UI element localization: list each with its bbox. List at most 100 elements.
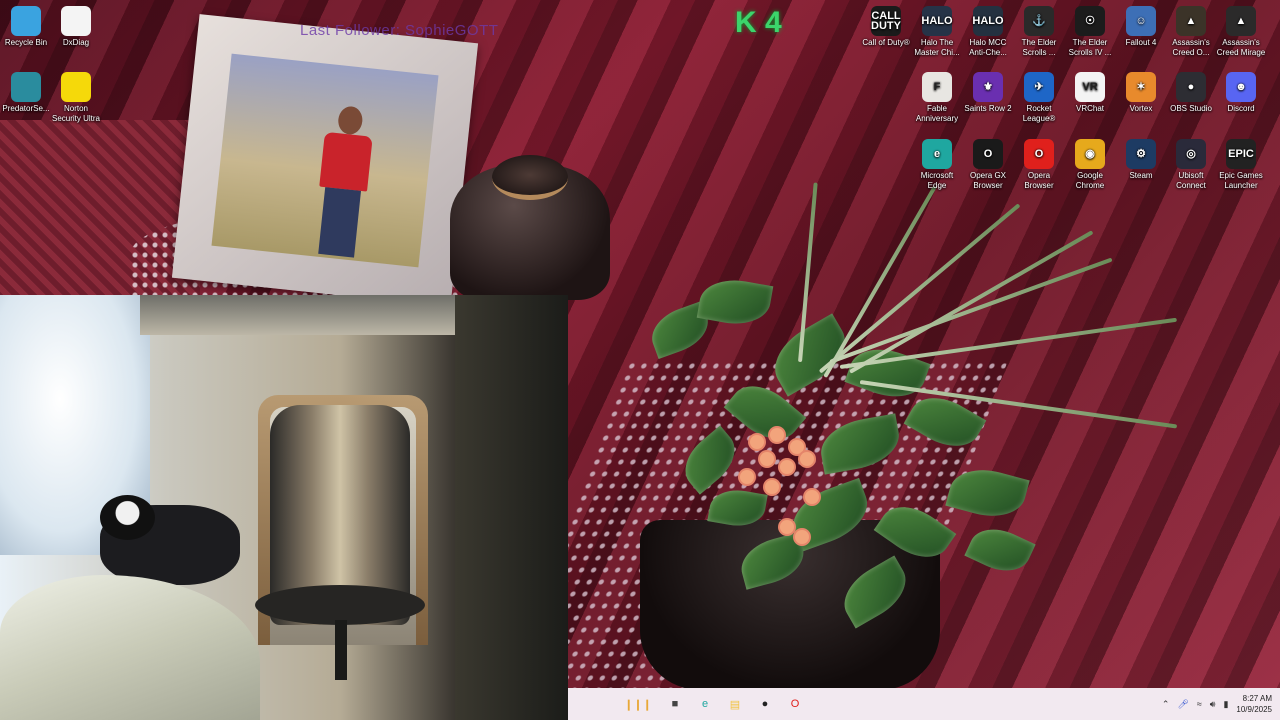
wallpaper-person <box>306 103 381 258</box>
desktop-icon-discord[interactable]: ☻ Discord <box>1215 72 1267 114</box>
stream-counter-overlay: K 4 <box>735 6 782 39</box>
taskbar-obs-button[interactable]: ● <box>756 695 774 713</box>
call-of-duty-icon: CALL DUTY <box>871 6 901 36</box>
desktop-icon-label: Epic Games Launcher <box>1219 171 1263 190</box>
taskbar-opera-button[interactable]: O <box>786 695 804 713</box>
opera-gx-icon: O <box>973 139 1003 169</box>
plant-flower <box>770 428 784 442</box>
desktop-icon-label: OBS Studio <box>1170 104 1212 113</box>
plant-spike <box>839 317 1177 369</box>
desktop-icon-recycle-bin[interactable]: Recycle Bin <box>0 6 52 48</box>
desktop-icon-assassins-creed-mirage[interactable]: ▲ Assassin's Creed Mirage <box>1215 6 1267 58</box>
assassins-creed-odyssey-icon: ▲ <box>1176 6 1206 36</box>
desktop-icon-document[interactable]: DxDiag <box>50 6 102 48</box>
desktop-icon-label: Opera GX Browser <box>969 171 1006 190</box>
clock-date: 10/9/2025 <box>1236 705 1272 714</box>
desktop-icon-label: Steam <box>1129 171 1153 180</box>
plant-leaf <box>674 425 746 495</box>
rocket-league-icon: ✈ <box>1024 72 1054 102</box>
desktop-icon-label: VRChat <box>1075 104 1104 113</box>
desktop-icon-norton[interactable]: Norton Security Ultra <box>50 72 102 124</box>
desktop-icon-label: Vortex <box>1129 104 1153 113</box>
vrchat-icon: VR <box>1075 72 1105 102</box>
desktop-icon-label: The Elder Scrolls ... <box>1021 38 1057 57</box>
wifi-icon[interactable]: ≈ <box>1197 699 1202 709</box>
desktop-icon-obs[interactable]: ● OBS Studio <box>1165 72 1217 114</box>
wallpaper-plant <box>620 182 1180 680</box>
taskbar-widgets-button[interactable]: ❙❙❙ <box>622 695 654 713</box>
plant-leaf <box>707 485 768 531</box>
file-explorer-icon: ▤ <box>729 698 741 711</box>
desktop-icon-skyrim[interactable]: ⚓ The Elder Scrolls ... <box>1013 6 1065 58</box>
recycle-bin-icon <box>11 6 41 36</box>
desktop-icon-oblivion[interactable]: ☉ The Elder Scrolls IV ... <box>1064 6 1116 58</box>
webcam-feed <box>0 295 568 720</box>
desktop-icon-opera-gx[interactable]: O Opera GX Browser <box>962 139 1014 191</box>
desktop-icon-chrome[interactable]: ◉ Google Chrome <box>1064 139 1116 191</box>
skyrim-icon: ⚓ <box>1024 6 1054 36</box>
plant-flower <box>740 470 754 484</box>
desktop-icon-vortex[interactable]: ✶ Vortex <box>1115 72 1167 114</box>
fable-icon: F <box>922 72 952 102</box>
desktop-icon-saints-row[interactable]: ⚜ Saints Row 2 <box>962 72 1014 114</box>
desktop-icon-label: Saints Row 2 <box>964 104 1012 113</box>
wallpaper-photo-frame <box>171 14 479 307</box>
microphone-icon[interactable]: 🎤︎ <box>1177 699 1188 710</box>
plant-flower <box>780 520 794 534</box>
desktop-icon-label: DxDiag <box>62 38 90 47</box>
webcam-plush-toy <box>100 495 155 540</box>
plant-flower <box>805 490 819 504</box>
plant-leaf <box>945 461 1030 525</box>
desktop-icon-epic-games[interactable]: EPIC Epic Games Launcher <box>1215 139 1267 191</box>
plant-flower <box>780 460 794 474</box>
desktop-icon-label: Google Chrome <box>1075 171 1105 190</box>
battery-icon[interactable]: ▮ <box>1223 699 1228 710</box>
speaker-icon[interactable]: 🔊︎ <box>1210 699 1216 710</box>
predator-icon <box>11 72 41 102</box>
webcam-bed <box>0 575 260 720</box>
opera-icon: O <box>790 698 800 710</box>
obs-icon: ● <box>761 698 769 710</box>
taskbar: ❙❙❙ ■ e ▤ ● O ⌃ 🎤︎ ≈ 🔊︎ ▮ 8:27 AM 10/9/2025 <box>568 688 1280 720</box>
desktop-icon-halo[interactable]: HALO Halo The Master Chi... <box>911 6 963 58</box>
system-tray: ⌃ 🎤︎ ≈ 🔊︎ ▮ 8:27 AM 10/9/2025 <box>1162 688 1272 720</box>
desktop-icon-fallout[interactable]: ☺ Fallout 4 <box>1115 6 1167 48</box>
desktop-icon-label: Discord <box>1227 104 1255 113</box>
taskbar-edge-button[interactable]: e <box>696 695 714 713</box>
desktop-icon-label: Call of Duty® <box>862 38 910 47</box>
desktop-icon-label: Halo MCC Anti-Che... <box>969 38 1007 57</box>
wallpaper-urn <box>450 155 610 300</box>
chevron-up-icon[interactable]: ⌃ <box>1162 699 1170 710</box>
taskbar-file-explorer-button[interactable]: ▤ <box>726 695 744 713</box>
desktop-icon-label: Ubisoft Connect <box>1176 171 1206 190</box>
desktop-icon-label: Norton Security Ultra <box>51 104 100 123</box>
desktop-icon-assassins-creed-odyssey[interactable]: ▲ Assassin's Creed O... <box>1165 6 1217 58</box>
plant-leaf <box>816 413 904 475</box>
desktop-icon-vrchat[interactable]: VR VRChat <box>1064 72 1116 114</box>
desktop-icon-steam[interactable]: ⚙ Steam <box>1115 139 1167 181</box>
desktop-icon-label: Fallout 4 <box>1125 38 1157 47</box>
desktop-icon-call-of-duty[interactable]: CALL DUTY Call of Duty® <box>860 6 912 48</box>
vortex-icon: ✶ <box>1126 72 1156 102</box>
taskbar-task-view-button[interactable]: ■ <box>666 695 684 713</box>
desktop-icon-ubisoft[interactable]: ◎ Ubisoft Connect <box>1165 139 1217 191</box>
desktop-icon-label: Recycle Bin <box>4 38 48 47</box>
desktop-icon-rocket-league[interactable]: ✈ Rocket League® <box>1013 72 1065 124</box>
ubisoft-icon: ◎ <box>1176 139 1206 169</box>
oblivion-icon: ☉ <box>1075 6 1105 36</box>
desktop-icon-label: Fable Anniversary <box>915 104 959 123</box>
desktop-icon-fable[interactable]: F Fable Anniversary <box>911 72 963 124</box>
desktop-icon-label: Opera Browser <box>1024 171 1054 190</box>
discord-icon: ☻ <box>1226 72 1256 102</box>
desktop-icon-label: The Elder Scrolls IV ... <box>1068 38 1112 57</box>
desktop-icon-opera[interactable]: O Opera Browser <box>1013 139 1065 191</box>
desktop-icon-edge[interactable]: e Microsoft Edge <box>911 139 963 191</box>
widgets-icon: ❙❙❙ <box>624 698 652 711</box>
epic-games-icon: EPIC <box>1226 139 1256 169</box>
plant-leaf <box>964 519 1036 581</box>
desktop-icon-halo-mcc[interactable]: HALO Halo MCC Anti-Che... <box>962 6 1014 58</box>
desktop-icon-predator[interactable]: PredatorSe... <box>0 72 52 114</box>
fallout-icon: ☺ <box>1126 6 1156 36</box>
taskbar-clock[interactable]: 8:27 AM 10/9/2025 <box>1236 693 1272 715</box>
plant-flower <box>760 452 774 466</box>
